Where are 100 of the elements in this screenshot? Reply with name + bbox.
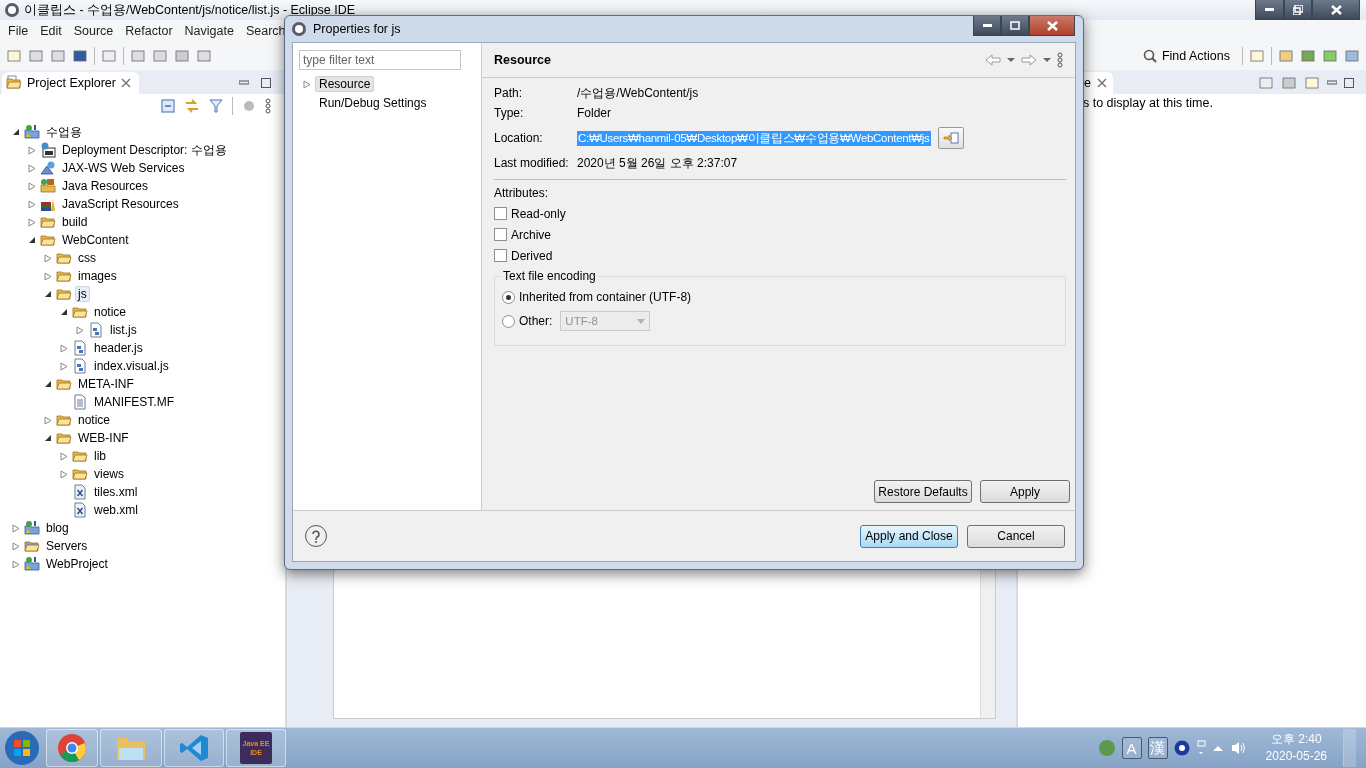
tree-item[interactable]: WebProject — [43, 556, 111, 572]
more-icon[interactable] — [1057, 52, 1063, 68]
collapsed-arrow-icon[interactable] — [60, 469, 68, 479]
expanded-arrow-icon[interactable] — [28, 236, 36, 244]
view-tab[interactable]: e — [1082, 72, 1113, 94]
find-actions-button[interactable]: Find Actions — [1142, 49, 1236, 63]
tree-item[interactable]: MANIFEST.MF — [91, 394, 177, 410]
folder-icon — [24, 538, 40, 554]
tree-item[interactable]: images — [75, 268, 120, 284]
field-label: Path: — [494, 86, 524, 100]
tree-item[interactable]: Java Resources — [59, 178, 152, 194]
expanded-arrow-icon[interactable] — [44, 434, 52, 442]
checkbox[interactable] — [494, 249, 507, 262]
collapsed-arrow-icon[interactable] — [28, 163, 36, 173]
collapsed-arrow-icon[interactable] — [28, 199, 36, 209]
radio-button[interactable] — [502, 314, 515, 328]
close-icon[interactable] — [1096, 78, 1107, 88]
code-editor-taskbar-button[interactable] — [164, 729, 224, 767]
more-icon[interactable] — [265, 98, 271, 114]
network-icon[interactable] — [1195, 740, 1206, 756]
apply-button[interactable]: Apply — [980, 480, 1070, 503]
tree-item[interactable]: css — [75, 250, 99, 266]
tree-item[interactable]: blog — [43, 520, 72, 536]
tree-item[interactable]: 수업용 — [43, 122, 85, 142]
back-icon[interactable] — [985, 54, 1001, 66]
collapsed-arrow-icon[interactable] — [44, 253, 52, 263]
close-button[interactable] — [1029, 16, 1075, 36]
tree-item[interactable]: header.js — [91, 340, 146, 356]
show-in-explorer-button[interactable] — [937, 127, 964, 149]
restore-button[interactable] — [1284, 0, 1312, 20]
nav-item[interactable]: Resource — [315, 76, 375, 92]
collapsed-arrow-icon[interactable] — [60, 451, 68, 461]
minimize-button[interactable] — [973, 16, 1001, 36]
tree-item[interactable]: notice — [75, 412, 114, 428]
tree-item[interactable]: WebContent — [59, 232, 132, 248]
folders-taskbar-button[interactable] — [100, 729, 162, 767]
tree-item[interactable]: JavaScript Resources — [59, 196, 182, 212]
restore-defaults-button[interactable]: Restore Defaults — [874, 480, 972, 503]
menu-item[interactable]: Refactor — [119, 24, 179, 38]
dropdown-icon[interactable] — [1043, 57, 1051, 63]
maximize-button[interactable] — [1001, 16, 1029, 36]
checkbox[interactable] — [494, 207, 507, 220]
close-icon[interactable] — [120, 78, 131, 88]
tree-item[interactable]: Servers — [43, 538, 91, 554]
collapsed-arrow-icon[interactable] — [28, 145, 36, 155]
collapsed-arrow-icon[interactable] — [60, 343, 68, 353]
expanded-arrow-icon[interactable] — [60, 308, 68, 316]
expanded-arrow-icon[interactable] — [44, 290, 52, 298]
tree-item[interactable]: notice — [91, 304, 130, 320]
checkbox[interactable] — [494, 228, 507, 241]
collapsed-arrow-icon[interactable] — [76, 325, 84, 335]
expanded-arrow-icon[interactable] — [44, 380, 52, 388]
maximize-icon[interactable] — [261, 78, 271, 88]
collapsed-arrow-icon[interactable] — [28, 217, 36, 227]
radio-button[interactable] — [502, 290, 515, 304]
close-button[interactable] — [1312, 0, 1360, 20]
collapsed-arrow-icon[interactable] — [60, 361, 68, 371]
minimize-icon[interactable] — [1327, 78, 1337, 88]
tree-item[interactable]: JAX-WS Web Services — [59, 160, 188, 176]
tree-item[interactable]: web.xml — [91, 502, 141, 518]
cancel-button[interactable]: Cancel — [967, 524, 1065, 548]
expanded-arrow-icon[interactable] — [12, 128, 20, 136]
dropdown-icon[interactable] — [1007, 57, 1015, 63]
nav-item[interactable]: Run/Debug Settings — [315, 95, 431, 111]
volume-icon[interactable] — [1229, 740, 1246, 756]
minimize-button[interactable] — [1255, 0, 1284, 20]
collapsed-arrow-icon[interactable] — [12, 523, 20, 533]
collapsed-arrow-icon[interactable] — [28, 181, 36, 191]
apply-and-close-button[interactable]: Apply and Close — [860, 524, 958, 548]
collapse-all-icon[interactable] — [160, 98, 176, 114]
collapsed-arrow-icon[interactable] — [12, 541, 20, 551]
menu-item[interactable]: Navigate — [178, 24, 240, 38]
project-explorer-tab[interactable]: Project Explorer — [2, 72, 139, 94]
collapsed-arrow-icon[interactable] — [12, 559, 20, 569]
show-hidden-icon[interactable] — [1211, 744, 1224, 752]
tree-item[interactable]: js — [75, 286, 90, 302]
tree-item[interactable]: lib — [91, 448, 109, 464]
tree-item[interactable]: META-INF — [75, 376, 137, 392]
browser-taskbar-button[interactable] — [46, 729, 98, 767]
tree-item[interactable]: WEB-INF — [75, 430, 132, 446]
scrollbar[interactable] — [980, 569, 995, 718]
filter-field[interactable]: type filter text — [299, 50, 461, 70]
menu-item[interactable]: Edit — [34, 24, 68, 38]
forward-icon[interactable] — [1021, 54, 1037, 66]
filter-icon[interactable] — [208, 98, 224, 114]
menu-item[interactable]: Source — [67, 24, 120, 38]
minimize-icon[interactable] — [239, 78, 249, 88]
menu-item[interactable]: File — [2, 24, 35, 38]
tree-item[interactable]: build — [59, 214, 91, 230]
descriptor-icon — [40, 142, 56, 158]
tree-item[interactable]: index.visual.js — [91, 358, 172, 374]
collapsed-arrow-icon[interactable] — [44, 415, 52, 425]
collapsed-arrow-icon[interactable] — [303, 79, 311, 89]
link-icon[interactable] — [184, 98, 200, 114]
tree-item[interactable]: list.js — [107, 322, 140, 338]
collapsed-arrow-icon[interactable] — [44, 271, 52, 281]
tree-item[interactable]: views — [91, 466, 127, 482]
tree-item[interactable]: tiles.xml — [91, 484, 141, 500]
tree-item[interactable]: Deployment Descriptor: 수업용 — [59, 140, 230, 160]
maximize-icon[interactable] — [1344, 78, 1354, 88]
